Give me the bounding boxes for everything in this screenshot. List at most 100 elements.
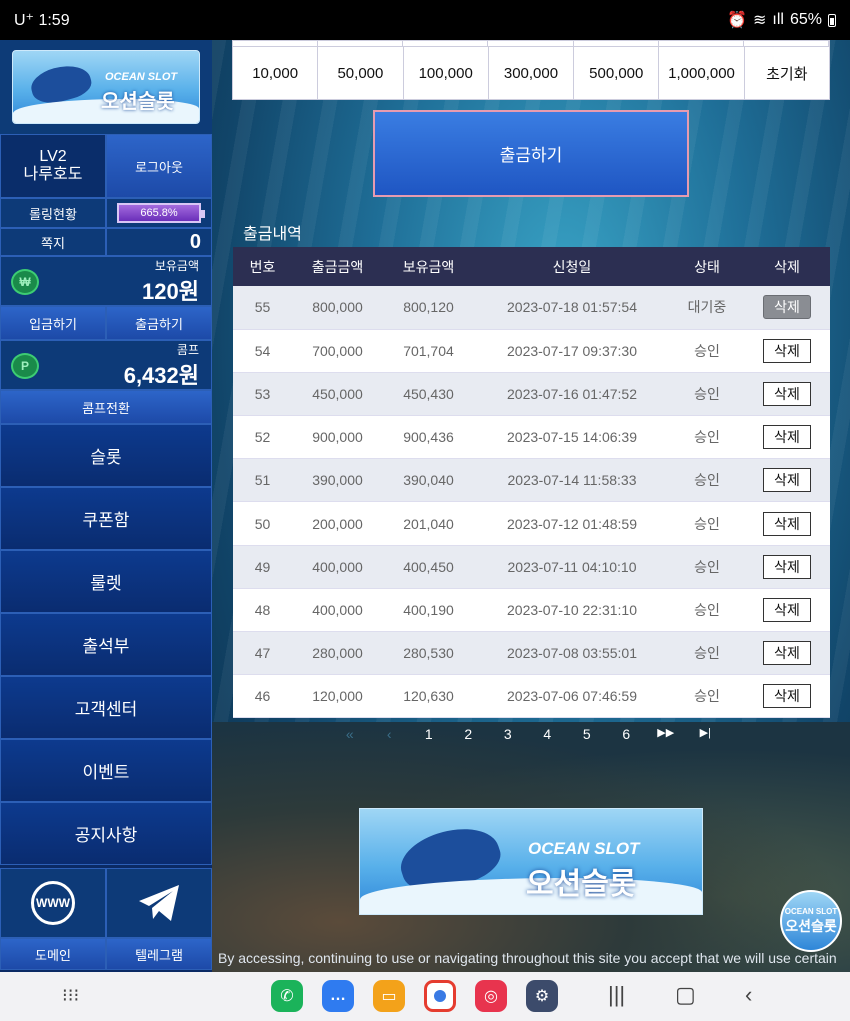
page-5[interactable]: 5 bbox=[567, 726, 607, 742]
menu-event[interactable]: 이벤트 bbox=[0, 739, 212, 802]
table-row: 51 390,000 390,040 2023-07-14 11:58:33 승인 삭제 bbox=[233, 458, 830, 503]
amount-50000-button[interactable]: 50,000 bbox=[318, 47, 404, 100]
domain-link[interactable]: WWW bbox=[0, 868, 106, 938]
page-4[interactable]: 4 bbox=[528, 726, 568, 742]
site-logo[interactable]: OCEAN SLOT 오션슬롯 bbox=[12, 50, 200, 124]
row-balance: 900,436 bbox=[383, 415, 474, 460]
menu-roulette[interactable]: 룰렛 bbox=[0, 550, 212, 613]
table-row: 49 400,000 400,450 2023-07-11 04:10:10 승인 삭제 bbox=[233, 545, 830, 589]
last-page-button[interactable]: ▶| bbox=[686, 726, 726, 742]
delete-cell: 삭제 bbox=[744, 372, 830, 417]
delete-button[interactable]: 삭제 bbox=[763, 684, 811, 709]
banner-text-en: OCEAN SLOT bbox=[528, 839, 640, 858]
menu-notice[interactable]: 공지사항 bbox=[0, 802, 212, 865]
reset-button[interactable]: 초기화 bbox=[745, 47, 829, 100]
row-number: 53 bbox=[233, 372, 292, 417]
menu-slot[interactable]: 슬롯 bbox=[0, 424, 212, 487]
float-logo-en: OCEAN SLOT bbox=[784, 906, 838, 916]
row-status: 승인 bbox=[670, 631, 744, 676]
comp-label: 콤프 bbox=[176, 342, 199, 357]
delete-button[interactable]: 삭제 bbox=[763, 338, 811, 363]
note-label[interactable]: 쪽지 bbox=[0, 228, 106, 256]
row-date: 2023-07-17 09:37:30 bbox=[474, 329, 670, 373]
page-1[interactable]: 1 bbox=[409, 726, 449, 742]
menu-attendance[interactable]: 출석부 bbox=[0, 613, 212, 676]
messages-app-icon[interactable]: … bbox=[322, 980, 354, 1012]
delete-button[interactable]: 삭제 bbox=[763, 597, 811, 622]
delete-button[interactable]: 삭제 bbox=[763, 425, 811, 450]
menu-coupon[interactable]: 쿠폰함 bbox=[0, 487, 212, 550]
balance-box: ₩ 보유금액 120원 bbox=[0, 256, 212, 306]
deposit-button[interactable]: 입금하기 bbox=[0, 306, 106, 340]
row-number: 54 bbox=[233, 329, 292, 373]
telegram-label[interactable]: 텔레그램 bbox=[106, 938, 212, 970]
row-balance: 400,190 bbox=[383, 588, 474, 633]
delete-button[interactable]: 삭제 bbox=[763, 641, 811, 666]
row-withdraw-amount: 390,000 bbox=[292, 458, 383, 503]
withdraw-submit-button[interactable]: 출금하기 bbox=[373, 110, 689, 197]
files-app-icon[interactable]: ▭ bbox=[373, 980, 405, 1012]
wifi-icon: ≋ bbox=[753, 12, 767, 29]
row-date: 2023-07-18 01:57:54 bbox=[474, 286, 670, 330]
amount-1000000-button[interactable]: 1,000,000 bbox=[659, 47, 745, 100]
recent-apps-icon[interactable]: ||| bbox=[608, 982, 625, 1008]
row-number: 46 bbox=[233, 674, 292, 719]
row-date: 2023-07-16 01:47:52 bbox=[474, 372, 670, 417]
chrome-app-icon[interactable] bbox=[424, 980, 456, 1012]
next-page-button[interactable]: ▶▶ bbox=[646, 726, 686, 742]
app-drawer-icon[interactable]: ⁝⁝⁝ bbox=[62, 985, 79, 1006]
delete-button[interactable]: 삭제 bbox=[763, 295, 811, 320]
settings-app-icon[interactable]: ⚙ bbox=[526, 980, 558, 1012]
delete-cell: 삭제 bbox=[744, 458, 830, 503]
page-2[interactable]: 2 bbox=[449, 726, 489, 742]
telegram-link[interactable] bbox=[106, 868, 212, 938]
phone-app-icon[interactable]: ✆ bbox=[271, 980, 303, 1012]
amount-10000-button[interactable]: 10,000 bbox=[233, 47, 319, 100]
domain-label[interactable]: 도메인 bbox=[0, 938, 106, 970]
delete-button[interactable]: 삭제 bbox=[763, 511, 811, 536]
first-page-button[interactable]: « bbox=[330, 726, 370, 742]
logo-container[interactable]: OCEAN SLOT 오션슬롯 bbox=[0, 40, 212, 134]
camera-app-icon[interactable]: ◎ bbox=[475, 980, 507, 1012]
row-withdraw-amount: 120,000 bbox=[292, 674, 383, 719]
delete-button[interactable]: 삭제 bbox=[763, 468, 811, 493]
row-balance: 120,630 bbox=[383, 674, 474, 719]
comp-switch-button[interactable]: 콤프전환 bbox=[0, 390, 212, 424]
row-status: 승인 bbox=[670, 329, 744, 373]
comp-box: P 콤프 6,432원 bbox=[0, 340, 212, 390]
delete-button[interactable]: 삭제 bbox=[763, 554, 811, 579]
page-3[interactable]: 3 bbox=[488, 726, 528, 742]
menu-support[interactable]: 고객센터 bbox=[0, 676, 212, 739]
carrier-label: U⁺ bbox=[14, 12, 34, 29]
note-count[interactable]: 0 bbox=[106, 228, 212, 256]
amount-500000-button[interactable]: 500,000 bbox=[574, 47, 660, 100]
footer-banner: OCEAN SLOT 오션슬롯 bbox=[359, 808, 703, 915]
back-icon[interactable]: ‹ bbox=[745, 982, 752, 1008]
row-number: 51 bbox=[233, 458, 292, 503]
prev-page-button[interactable]: ‹ bbox=[370, 726, 410, 742]
comp-value: 6,432원 bbox=[123, 362, 199, 388]
rolling-label: 롤링현황 bbox=[0, 198, 106, 228]
logout-button[interactable]: 로그아웃 bbox=[106, 134, 212, 198]
row-withdraw-amount: 400,000 bbox=[292, 588, 383, 633]
row-balance: 280,530 bbox=[383, 631, 474, 676]
row-number: 52 bbox=[233, 415, 292, 460]
row-withdraw-amount: 800,000 bbox=[292, 286, 383, 330]
delete-cell: 삭제 bbox=[744, 286, 830, 330]
row-status: 승인 bbox=[670, 674, 744, 719]
table-row: 47 280,000 280,530 2023-07-08 03:55:01 승인 삭제 bbox=[233, 631, 830, 676]
row-status: 승인 bbox=[670, 545, 744, 589]
page-6[interactable]: 6 bbox=[607, 726, 647, 742]
home-icon[interactable]: ▢ bbox=[675, 982, 696, 1008]
logo-text-en: OCEAN SLOT bbox=[105, 71, 178, 83]
row-withdraw-amount: 900,000 bbox=[292, 415, 383, 460]
row-date: 2023-07-12 01:48:59 bbox=[474, 501, 670, 546]
amount-100000-button[interactable]: 100,000 bbox=[404, 47, 489, 100]
delete-button[interactable]: 삭제 bbox=[763, 381, 811, 406]
floating-logo-button[interactable]: OCEAN SLOT 오션슬롯 bbox=[780, 890, 842, 952]
signal-icon: ıll bbox=[772, 11, 784, 28]
amount-300000-button[interactable]: 300,000 bbox=[489, 47, 575, 100]
withdraw-nav-button[interactable]: 출금하기 bbox=[106, 306, 212, 340]
user-level-box: LV2 나루호도 bbox=[0, 134, 106, 198]
row-balance: 800,120 bbox=[383, 286, 474, 330]
